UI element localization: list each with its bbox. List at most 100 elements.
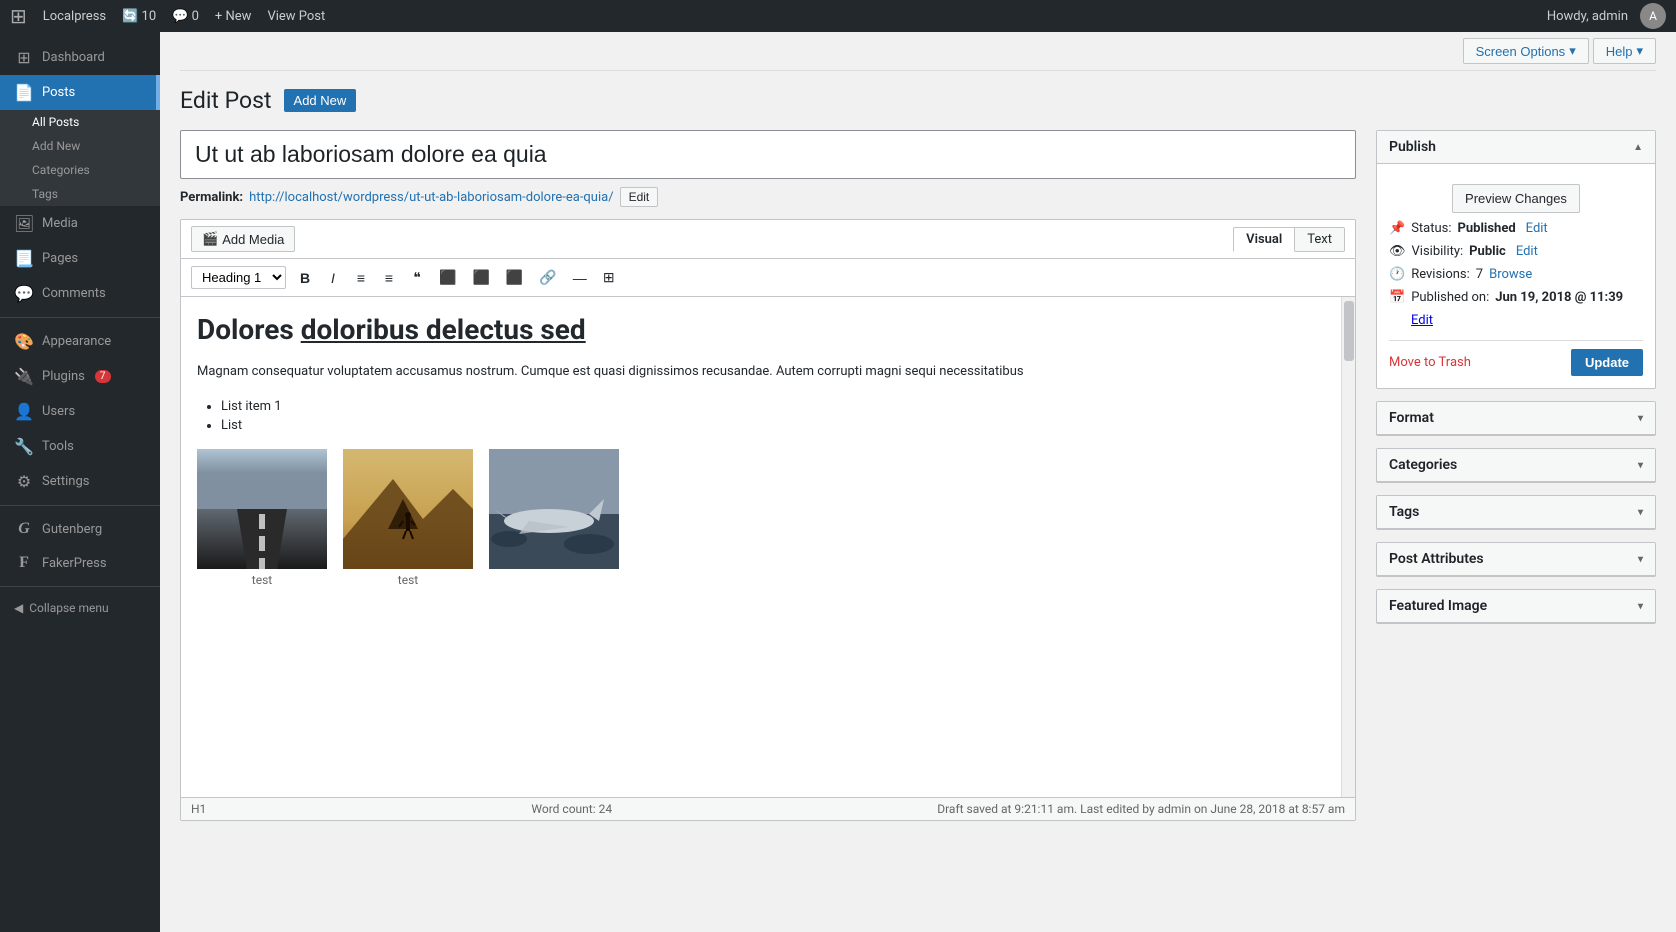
sidebar-item-label: Settings [42, 474, 89, 489]
align-left-btn[interactable]: ⬛ [432, 265, 463, 290]
sidebar-item-users[interactable]: 👤 Users [0, 394, 160, 429]
categories-label: Categories [32, 163, 90, 177]
sidebar-item-dashboard[interactable]: ⊞ Dashboard [0, 40, 160, 75]
editor-save-status: Draft saved at 9:21:11 am. Last edited b… [937, 802, 1345, 816]
add-new-button[interactable]: Add New [284, 89, 357, 112]
post-attributes-panel-header[interactable]: Post Attributes ▾ [1377, 543, 1655, 576]
gutenberg-icon: G [14, 520, 34, 538]
publish-revisions-count: 7 [1476, 267, 1483, 282]
image-caption-1: test [252, 573, 272, 587]
site-name[interactable]: Localpress [43, 9, 106, 24]
align-center-btn[interactable]: ⬛ [465, 265, 496, 290]
blockquote-btn[interactable]: ❝ [404, 265, 430, 290]
ordered-list-btn[interactable]: ≡ [376, 266, 402, 290]
editor-scroll-area: Dolores doloribus delectus sed Magnam co… [181, 297, 1355, 797]
revisions-icon: 🕐 [1389, 267, 1405, 282]
comments-icon[interactable]: 💬 0 [172, 9, 199, 24]
add-media-btn[interactable]: 🎬 Add Media [191, 226, 295, 252]
list-item: List [221, 418, 1339, 433]
publish-visibility-edit-link[interactable]: Edit [1516, 244, 1538, 259]
editor-content[interactable]: Dolores doloribus delectus sed Magnam co… [181, 297, 1355, 797]
italic-btn[interactable]: I [320, 266, 346, 290]
wp-logo-icon[interactable]: ⊞ [10, 4, 27, 28]
sidebar-item-gutenberg[interactable]: G Gutenberg [0, 512, 160, 546]
sidebar-item-posts[interactable]: 📄 Posts [0, 75, 160, 110]
sidebar-item-settings[interactable]: ⚙ Settings [0, 464, 160, 499]
editor-statusbar: H1 Word count: 24 Draft saved at 9:21:11… [181, 797, 1355, 820]
published-on-value: Jun 19, 2018 @ 11:39 [1495, 290, 1623, 305]
publish-visibility-label: Visibility: [1412, 244, 1464, 259]
publish-status-value: Published [1458, 221, 1516, 236]
help-label: Help [1606, 44, 1633, 59]
sidebar-item-categories[interactable]: Categories [0, 158, 160, 182]
sidebar-item-appearance[interactable]: 🎨 Appearance [0, 324, 160, 359]
pages-icon: 📃 [14, 249, 34, 268]
bold-btn[interactable]: B [292, 266, 318, 290]
screen-options-btn[interactable]: Screen Options ▾ [1463, 38, 1589, 64]
admin-bar: ⊞ Localpress 🔄 10 💬 0 + New View Post Ho… [0, 0, 1676, 32]
post-title-input[interactable] [180, 130, 1356, 179]
update-btn[interactable]: Update [1571, 349, 1643, 376]
post-attributes-chevron-icon: ▾ [1638, 554, 1643, 565]
sidebar-item-tools[interactable]: 🔧 Tools [0, 429, 160, 464]
image-mountain [343, 449, 473, 569]
editor-scrollbar[interactable] [1341, 297, 1355, 797]
all-posts-label: All Posts [32, 115, 79, 129]
publish-date-edit-link[interactable]: Edit [1411, 313, 1433, 328]
sidebar-item-tags[interactable]: Tags [0, 182, 160, 206]
view-post-link[interactable]: View Post [267, 9, 325, 24]
sidebar-item-media[interactable]: 🖼 Media [0, 206, 160, 241]
format-panel-header[interactable]: Format ▾ [1377, 402, 1655, 435]
link-btn[interactable]: 🔗 [532, 265, 563, 290]
post-attributes-panel-title: Post Attributes [1389, 551, 1484, 567]
content-heading: Dolores doloribus delectus sed [197, 313, 1339, 346]
publish-status-label: Status: [1411, 221, 1451, 236]
updates-icon[interactable]: 🔄 10 [122, 9, 156, 24]
publish-date-row: 📅 Published on: Jun 19, 2018 @ 11:39 [1389, 290, 1643, 305]
new-content-btn[interactable]: + New [215, 9, 252, 24]
more-btn[interactable]: — [566, 266, 594, 290]
sidebar-item-label: FakerPress [42, 556, 107, 571]
collapse-menu-label: Collapse menu [29, 601, 108, 615]
sidebar-item-all-posts[interactable]: All Posts [0, 110, 160, 134]
visual-tab[interactable]: Visual [1233, 227, 1295, 252]
publish-panel-header[interactable]: Publish ▲ [1377, 131, 1655, 164]
permalink-row: Permalink: http://localhost/wordpress/ut… [180, 187, 1356, 207]
sidebar-item-comments[interactable]: 💬 Comments [0, 276, 160, 311]
unordered-list-btn[interactable]: ≡ [348, 266, 374, 290]
format-chevron-icon: ▾ [1638, 413, 1643, 424]
sidebar-item-label: Tools [42, 439, 74, 454]
publish-status-edit-link[interactable]: Edit [1526, 221, 1548, 236]
collapse-menu-btn[interactable]: ◀ Collapse menu [0, 593, 160, 623]
add-new-label: Add New [32, 139, 80, 153]
move-to-trash-link[interactable]: Move to Trash [1389, 355, 1471, 370]
sidebar-item-label: Plugins [42, 369, 85, 384]
sidebar-item-pages[interactable]: 📃 Pages [0, 241, 160, 276]
permalink-link[interactable]: http://localhost/wordpress/ut-ut-ab-labo… [249, 190, 613, 205]
align-right-btn[interactable]: ⬛ [499, 265, 530, 290]
publish-revisions-row: 🕐 Revisions: 7 Browse [1389, 267, 1643, 282]
preview-changes-btn[interactable]: Preview Changes [1452, 184, 1580, 213]
categories-panel-header[interactable]: Categories ▾ [1377, 449, 1655, 482]
table-btn[interactable]: ⊞ [596, 265, 622, 290]
publish-revisions-browse-link[interactable]: Browse [1489, 267, 1532, 282]
content-paragraph: Magnam consequatur voluptatem accusamus … [197, 362, 1339, 383]
sidebar-item-label: Comments [42, 286, 106, 301]
help-btn[interactable]: Help ▾ [1593, 38, 1656, 64]
sidebar-item-add-new[interactable]: Add New [0, 134, 160, 158]
text-tab[interactable]: Text [1295, 227, 1345, 252]
sidebar-item-plugins[interactable]: 🔌 Plugins 7 [0, 359, 160, 394]
permalink-edit-btn[interactable]: Edit [620, 187, 659, 207]
heading-select[interactable]: Heading 1 Heading 2 Heading 3 Paragraph [191, 266, 286, 289]
mountain-image-svg [343, 449, 473, 569]
editor-sidebar: Publish ▲ Preview Changes 📌 Status: Publ… [1376, 130, 1656, 636]
tags-panel: Tags ▾ [1376, 495, 1656, 530]
tags-panel-header[interactable]: Tags ▾ [1377, 496, 1655, 529]
image-item-2: test [343, 449, 473, 587]
main-content: Screen Options ▾ Help ▾ Edit Post Add Ne… [160, 32, 1676, 932]
collapse-arrow-icon: ◀ [14, 601, 23, 615]
admin-avatar[interactable]: A [1640, 3, 1666, 29]
featured-image-panel-header[interactable]: Featured Image ▾ [1377, 590, 1655, 623]
sidebar-item-fakerpress[interactable]: F FakerPress [0, 546, 160, 580]
tags-chevron-icon: ▾ [1638, 507, 1643, 518]
